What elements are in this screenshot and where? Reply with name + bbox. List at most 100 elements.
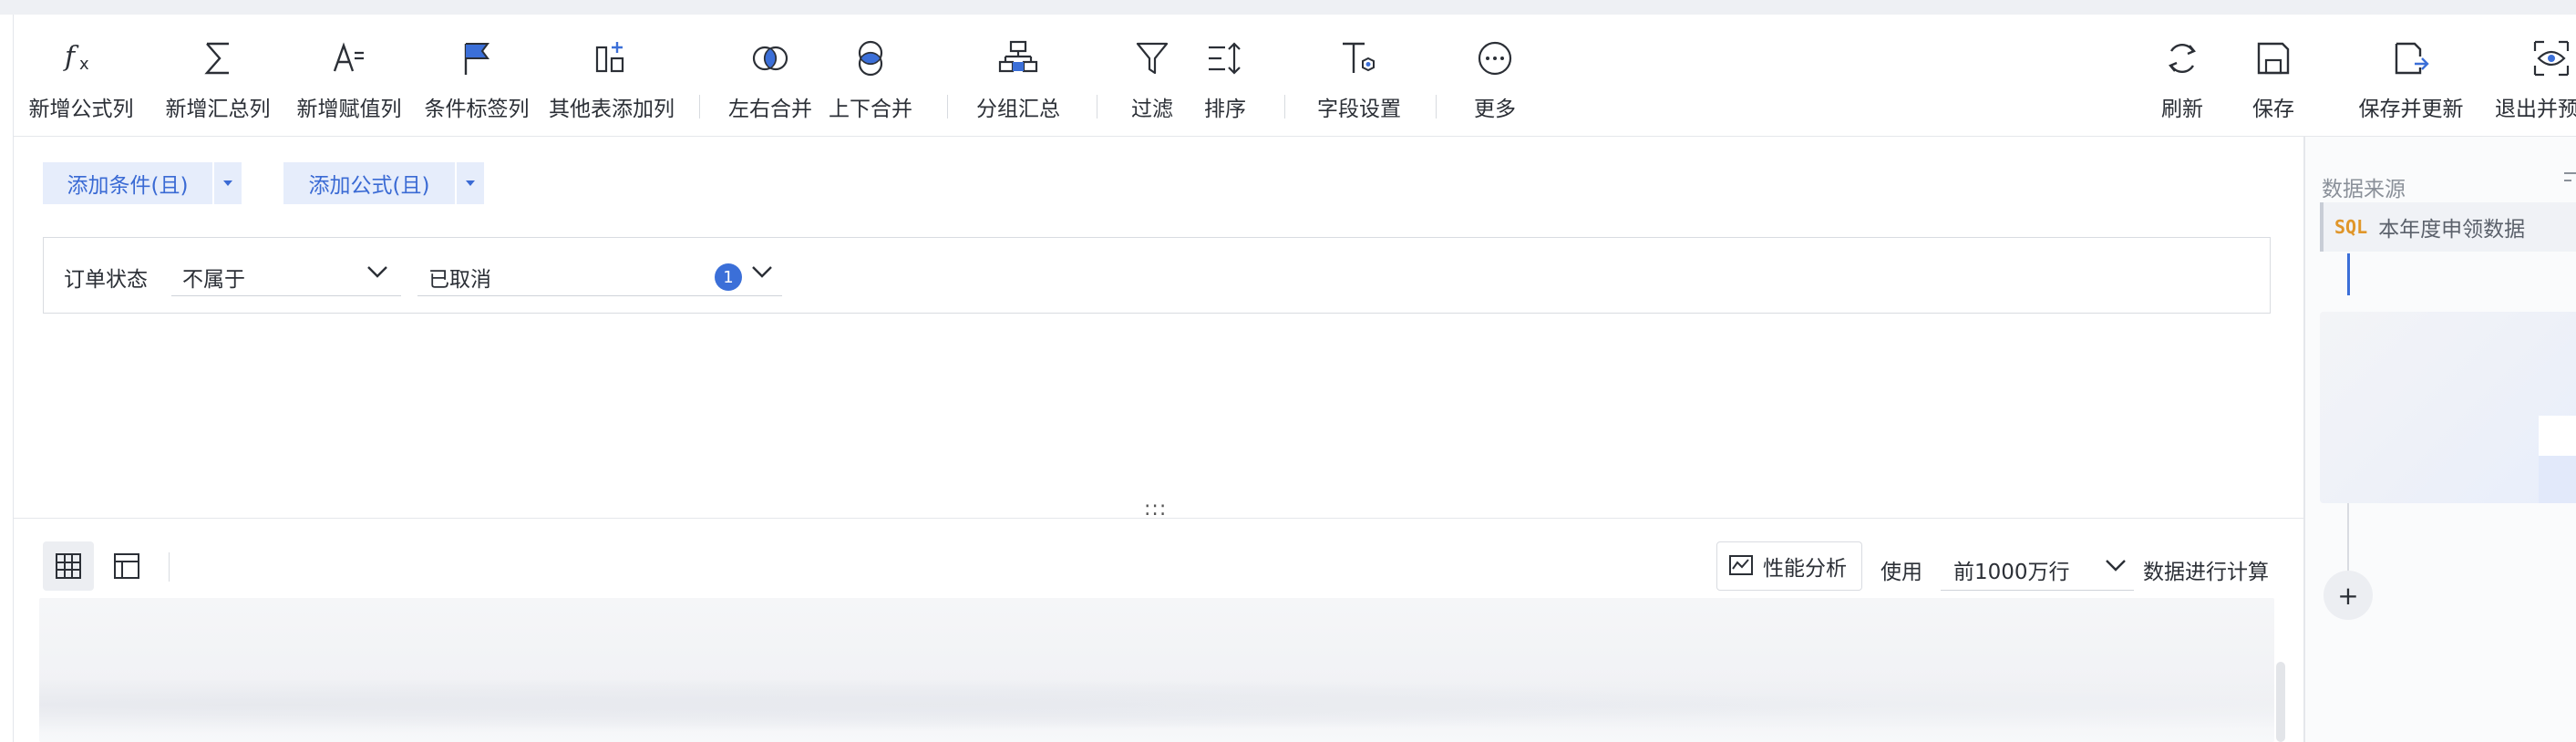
add-formula-split-button: 添加公式(且)	[283, 162, 484, 204]
add-condition-button[interactable]: 添加条件(且)	[43, 162, 212, 204]
hierarchy-icon	[998, 40, 1038, 73]
more-label: 更多	[1474, 98, 1516, 121]
filter-condition-row: 订单状态 不属于 已取消 1	[43, 237, 2271, 314]
add-formula-column-button[interactable]: f x 新增公式列	[25, 31, 138, 131]
svg-text:f: f	[63, 41, 79, 73]
refresh-icon	[2169, 44, 2196, 73]
panel-divider	[14, 518, 2303, 519]
data-source-item[interactable]: SQL 本年度申领数据	[2320, 202, 2576, 252]
filter-button[interactable]: 过滤	[1120, 31, 1184, 131]
save-label: 保存	[2252, 98, 2294, 121]
flow-connector-active	[2347, 253, 2350, 295]
toolbar: f x 新增公式列 新增汇总列 新增赋值列 条件标签列 其他表添加列 左右合并 …	[14, 15, 2576, 137]
venn-vertical-icon	[858, 40, 883, 77]
value-multiselect[interactable]: 已取消 1	[417, 251, 782, 296]
grid-icon	[56, 553, 81, 579]
refresh-button[interactable]: 刷新	[2150, 31, 2214, 131]
add-summary-column-button[interactable]: 新增汇总列	[161, 31, 274, 131]
exit-and-preview-button[interactable]: 退出并预	[2484, 31, 2576, 131]
save-button[interactable]: 保存	[2241, 31, 2305, 131]
value-multiselect-text: 已取消	[428, 268, 491, 292]
operator-select-value: 不属于	[182, 268, 245, 292]
layout-view-toggle[interactable]	[101, 541, 152, 591]
field-settings-label: 字段设置	[1317, 98, 1401, 121]
function-icon: f x	[63, 41, 89, 74]
merge-left-right-button[interactable]: 左右合并	[726, 31, 814, 131]
grid-view-toggle[interactable]	[43, 541, 94, 591]
text-settings-icon	[1343, 42, 1375, 73]
group-summary-label: 分组汇总	[976, 98, 1060, 121]
add-other-table-column-button[interactable]: 其他表添加列	[539, 31, 685, 131]
venn-horizontal-icon	[752, 46, 788, 71]
chevron-down-icon	[2106, 560, 2126, 572]
grid-vertical-scrollbar[interactable]	[2276, 662, 2285, 742]
funnel-icon	[1136, 42, 1169, 75]
filter-area: 添加条件(且) 添加公式(且) 订单状态 不属于 已取消 1	[14, 137, 2303, 520]
toolbar-separator	[699, 95, 700, 119]
sigma-icon	[204, 42, 229, 75]
table-add-column-icon	[595, 42, 624, 73]
more-circle-icon	[1478, 41, 1512, 76]
exit-and-preview-label: 退出并预	[2495, 98, 2576, 121]
sort-button[interactable]: 排序	[1193, 31, 1257, 131]
performance-analysis-label: 性能分析	[1763, 557, 1847, 581]
field-settings-button[interactable]: 字段设置	[1312, 31, 1406, 131]
compute-label: 数据进行计算	[2143, 561, 2269, 584]
merge-top-bottom-label: 上下合并	[829, 98, 912, 121]
toolbar-separator	[1436, 95, 1437, 119]
toolbar-separator	[1284, 95, 1285, 119]
save-update-icon	[2395, 42, 2429, 75]
flow-steps-area	[2320, 312, 2576, 503]
row-limit-select[interactable]: 前1000万行	[1941, 541, 2134, 591]
refresh-label: 刷新	[2161, 98, 2203, 121]
sql-icon: SQL	[2334, 216, 2368, 238]
sort-icon	[1209, 42, 1241, 75]
add-assign-column-button[interactable]: 新增赋值列	[289, 31, 409, 131]
text-assign-icon	[333, 42, 364, 72]
row-limit-value: 前1000万行	[1953, 561, 2070, 584]
sort-label: 排序	[1204, 98, 1246, 121]
panel-toggle-icon[interactable]	[2562, 170, 2576, 193]
caret-down-icon	[466, 180, 475, 186]
data-source-panel: 数据来源 SQL 本年度申领数据 +	[2303, 137, 2576, 742]
editor-app: f x 新增公式列 新增汇总列 新增赋值列 条件标签列 其他表添加列 左右合并 …	[13, 15, 2576, 742]
add-summary-column-label: 新增汇总列	[165, 98, 271, 121]
chevron-down-icon	[367, 266, 387, 278]
selected-count-badge: 1	[715, 263, 742, 291]
add-formula-button[interactable]: 添加公式(且)	[283, 162, 455, 204]
merge-top-bottom-button[interactable]: 上下合并	[827, 31, 914, 131]
chevron-down-icon	[752, 266, 772, 278]
preview-eye-icon	[2533, 40, 2570, 77]
save-and-update-button[interactable]: 保存并更新	[2347, 31, 2475, 131]
more-button[interactable]: 更多	[1463, 31, 1527, 131]
flow-step-block	[2539, 456, 2576, 503]
view-toggle-separator	[169, 552, 170, 582]
add-condition-tag-column-label: 条件标签列	[424, 98, 530, 121]
performance-chart-icon	[1729, 555, 1753, 575]
flag-icon	[464, 43, 489, 75]
caret-down-icon	[223, 180, 232, 186]
data-source-name: 本年度申领数据	[2378, 218, 2526, 242]
flow-step-block	[2539, 416, 2576, 456]
add-formula-column-label: 新增公式列	[28, 98, 134, 121]
data-source-title: 数据来源	[2322, 178, 2406, 201]
flow-connector	[2347, 503, 2349, 576]
group-summary-button[interactable]: 分组汇总	[973, 31, 1064, 131]
add-formula-dropdown-toggle[interactable]	[457, 162, 484, 204]
use-label: 使用	[1880, 561, 1922, 584]
add-condition-split-button: 添加条件(且)	[43, 162, 242, 204]
layout-icon	[114, 553, 139, 579]
toolbar-separator	[947, 95, 948, 119]
performance-analysis-button[interactable]: 性能分析	[1716, 541, 1862, 591]
data-preview-grid	[39, 598, 2274, 742]
svg-text:x: x	[79, 55, 89, 74]
window-top-strip	[0, 0, 2576, 15]
save-and-update-label: 保存并更新	[2358, 98, 2464, 121]
operator-select[interactable]: 不属于	[171, 251, 401, 296]
merge-left-right-label: 左右合并	[728, 98, 812, 121]
add-assign-column-label: 新增赋值列	[296, 98, 402, 121]
condition-field-label: 订单状态	[64, 268, 148, 292]
add-condition-tag-column-button[interactable]: 条件标签列	[417, 31, 537, 131]
add-condition-dropdown-toggle[interactable]	[214, 162, 242, 204]
add-step-button[interactable]: +	[2324, 571, 2373, 620]
